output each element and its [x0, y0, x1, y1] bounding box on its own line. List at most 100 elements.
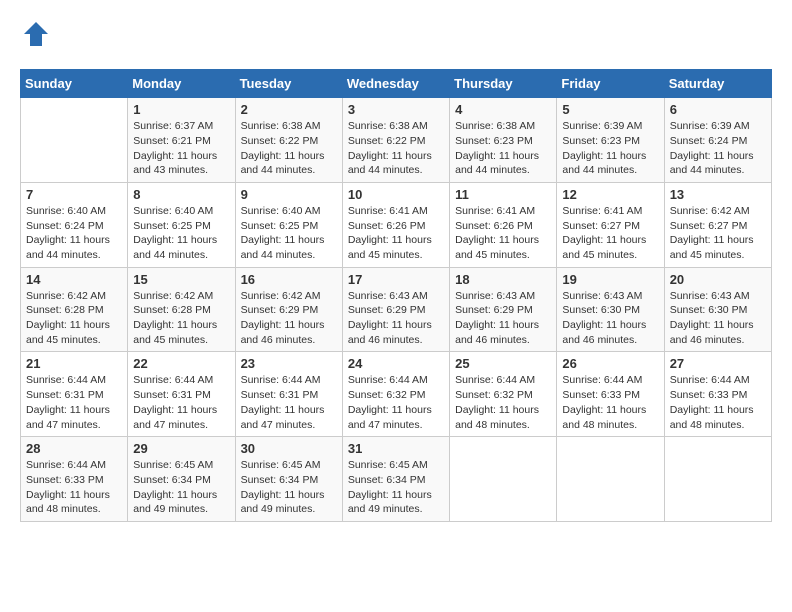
day-info: Sunrise: 6:42 AM Sunset: 6:28 PM Dayligh…	[133, 289, 229, 348]
day-number: 12	[562, 187, 658, 202]
weekday-header-monday: Monday	[128, 70, 235, 98]
day-info: Sunrise: 6:37 AM Sunset: 6:21 PM Dayligh…	[133, 119, 229, 178]
day-info: Sunrise: 6:40 AM Sunset: 6:25 PM Dayligh…	[133, 204, 229, 263]
calendar-cell: 19 Sunrise: 6:43 AM Sunset: 6:30 PM Dayli…	[557, 267, 664, 352]
calendar-cell: 4 Sunrise: 6:38 AM Sunset: 6:23 PM Daylig…	[450, 98, 557, 183]
day-number: 26	[562, 356, 658, 371]
day-number: 7	[26, 187, 122, 202]
calendar-cell: 21 Sunrise: 6:44 AM Sunset: 6:31 PM Dayli…	[21, 352, 128, 437]
day-info: Sunrise: 6:40 AM Sunset: 6:24 PM Dayligh…	[26, 204, 122, 263]
day-info: Sunrise: 6:38 AM Sunset: 6:23 PM Dayligh…	[455, 119, 551, 178]
calendar-table: SundayMondayTuesdayWednesdayThursdayFrid…	[20, 69, 772, 522]
day-number: 17	[348, 272, 444, 287]
calendar-cell: 16 Sunrise: 6:42 AM Sunset: 6:29 PM Dayli…	[235, 267, 342, 352]
calendar-cell: 10 Sunrise: 6:41 AM Sunset: 6:26 PM Dayli…	[342, 182, 449, 267]
day-info: Sunrise: 6:45 AM Sunset: 6:34 PM Dayligh…	[348, 458, 444, 517]
day-number: 18	[455, 272, 551, 287]
day-info: Sunrise: 6:43 AM Sunset: 6:30 PM Dayligh…	[562, 289, 658, 348]
calendar-cell: 7 Sunrise: 6:40 AM Sunset: 6:24 PM Daylig…	[21, 182, 128, 267]
day-number: 8	[133, 187, 229, 202]
calendar-cell: 12 Sunrise: 6:41 AM Sunset: 6:27 PM Dayli…	[557, 182, 664, 267]
day-info: Sunrise: 6:38 AM Sunset: 6:22 PM Dayligh…	[348, 119, 444, 178]
day-number: 10	[348, 187, 444, 202]
day-number: 13	[670, 187, 766, 202]
day-info: Sunrise: 6:42 AM Sunset: 6:28 PM Dayligh…	[26, 289, 122, 348]
weekday-header-tuesday: Tuesday	[235, 70, 342, 98]
day-number: 30	[241, 441, 337, 456]
day-number: 15	[133, 272, 229, 287]
day-info: Sunrise: 6:42 AM Sunset: 6:27 PM Dayligh…	[670, 204, 766, 263]
calendar-cell: 14Sunrise: 6:42 AM Sunset: 6:28 PM Dayli…	[21, 267, 128, 352]
day-info: Sunrise: 6:44 AM Sunset: 6:32 PM Dayligh…	[348, 373, 444, 432]
weekday-header-thursday: Thursday	[450, 70, 557, 98]
day-info: Sunrise: 6:43 AM Sunset: 6:30 PM Dayligh…	[670, 289, 766, 348]
day-info: Sunrise: 6:45 AM Sunset: 6:34 PM Dayligh…	[133, 458, 229, 517]
calendar-week-row: 21 Sunrise: 6:44 AM Sunset: 6:31 PM Dayli…	[21, 352, 772, 437]
calendar-cell: 30 Sunrise: 6:45 AM Sunset: 6:34 PM Dayli…	[235, 437, 342, 522]
calendar-cell: 29Sunrise: 6:45 AM Sunset: 6:34 PM Dayli…	[128, 437, 235, 522]
day-number: 3	[348, 102, 444, 117]
day-number: 2	[241, 102, 337, 117]
day-info: Sunrise: 6:44 AM Sunset: 6:31 PM Dayligh…	[241, 373, 337, 432]
day-number: 6	[670, 102, 766, 117]
day-info: Sunrise: 6:38 AM Sunset: 6:22 PM Dayligh…	[241, 119, 337, 178]
day-number: 27	[670, 356, 766, 371]
day-number: 1	[133, 102, 229, 117]
weekday-header-friday: Friday	[557, 70, 664, 98]
day-number: 22	[133, 356, 229, 371]
weekday-header-row: SundayMondayTuesdayWednesdayThursdayFrid…	[21, 70, 772, 98]
calendar-cell: 23Sunrise: 6:44 AM Sunset: 6:31 PM Dayli…	[235, 352, 342, 437]
logo-icon	[22, 20, 50, 48]
day-number: 31	[348, 441, 444, 456]
day-info: Sunrise: 6:41 AM Sunset: 6:27 PM Dayligh…	[562, 204, 658, 263]
day-info: Sunrise: 6:43 AM Sunset: 6:29 PM Dayligh…	[348, 289, 444, 348]
calendar-cell: 24 Sunrise: 6:44 AM Sunset: 6:32 PM Dayli…	[342, 352, 449, 437]
day-info: Sunrise: 6:45 AM Sunset: 6:34 PM Dayligh…	[241, 458, 337, 517]
day-info: Sunrise: 6:40 AM Sunset: 6:25 PM Dayligh…	[241, 204, 337, 263]
day-number: 11	[455, 187, 551, 202]
day-info: Sunrise: 6:43 AM Sunset: 6:29 PM Dayligh…	[455, 289, 551, 348]
day-info: Sunrise: 6:39 AM Sunset: 6:24 PM Dayligh…	[670, 119, 766, 178]
day-info: Sunrise: 6:44 AM Sunset: 6:31 PM Dayligh…	[26, 373, 122, 432]
calendar-cell: 3 Sunrise: 6:38 AM Sunset: 6:22 PM Daylig…	[342, 98, 449, 183]
calendar-cell	[557, 437, 664, 522]
calendar-cell: 9Sunrise: 6:40 AM Sunset: 6:25 PM Daylig…	[235, 182, 342, 267]
calendar-cell: 27 Sunrise: 6:44 AM Sunset: 6:33 PM Dayli…	[664, 352, 771, 437]
day-info: Sunrise: 6:44 AM Sunset: 6:33 PM Dayligh…	[670, 373, 766, 432]
day-number: 19	[562, 272, 658, 287]
calendar-cell	[21, 98, 128, 183]
day-info: Sunrise: 6:44 AM Sunset: 6:32 PM Dayligh…	[455, 373, 551, 432]
calendar-cell: 31 Sunrise: 6:45 AM Sunset: 6:34 PM Dayli…	[342, 437, 449, 522]
day-info: Sunrise: 6:44 AM Sunset: 6:33 PM Dayligh…	[26, 458, 122, 517]
day-info: Sunrise: 6:42 AM Sunset: 6:29 PM Dayligh…	[241, 289, 337, 348]
day-info: Sunrise: 6:39 AM Sunset: 6:23 PM Dayligh…	[562, 119, 658, 178]
calendar-cell: 25Sunrise: 6:44 AM Sunset: 6:32 PM Dayli…	[450, 352, 557, 437]
day-number: 24	[348, 356, 444, 371]
calendar-cell: 17 Sunrise: 6:43 AM Sunset: 6:29 PM Dayli…	[342, 267, 449, 352]
calendar-cell: 2 Sunrise: 6:38 AM Sunset: 6:22 PM Daylig…	[235, 98, 342, 183]
calendar-cell: 8 Sunrise: 6:40 AM Sunset: 6:25 PM Daylig…	[128, 182, 235, 267]
day-info: Sunrise: 6:41 AM Sunset: 6:26 PM Dayligh…	[455, 204, 551, 263]
page-header	[20, 20, 772, 53]
calendar-cell: 1 Sunrise: 6:37 AM Sunset: 6:21 PM Daylig…	[128, 98, 235, 183]
calendar-cell: 28 Sunrise: 6:44 AM Sunset: 6:33 PM Dayli…	[21, 437, 128, 522]
calendar-cell: 11 Sunrise: 6:41 AM Sunset: 6:26 PM Dayli…	[450, 182, 557, 267]
calendar-cell: 5Sunrise: 6:39 AM Sunset: 6:23 PM Daylig…	[557, 98, 664, 183]
calendar-week-row: 7 Sunrise: 6:40 AM Sunset: 6:24 PM Daylig…	[21, 182, 772, 267]
day-number: 20	[670, 272, 766, 287]
calendar-cell: 20 Sunrise: 6:43 AM Sunset: 6:30 PM Dayli…	[664, 267, 771, 352]
day-number: 28	[26, 441, 122, 456]
calendar-cell: 15 Sunrise: 6:42 AM Sunset: 6:28 PM Dayli…	[128, 267, 235, 352]
day-number: 21	[26, 356, 122, 371]
day-info: Sunrise: 6:44 AM Sunset: 6:31 PM Dayligh…	[133, 373, 229, 432]
day-number: 4	[455, 102, 551, 117]
calendar-cell: 22 Sunrise: 6:44 AM Sunset: 6:31 PM Dayli…	[128, 352, 235, 437]
calendar-week-row: 14Sunrise: 6:42 AM Sunset: 6:28 PM Dayli…	[21, 267, 772, 352]
calendar-week-row: 1 Sunrise: 6:37 AM Sunset: 6:21 PM Daylig…	[21, 98, 772, 183]
day-number: 16	[241, 272, 337, 287]
day-info: Sunrise: 6:41 AM Sunset: 6:26 PM Dayligh…	[348, 204, 444, 263]
calendar-cell	[664, 437, 771, 522]
weekday-header-sunday: Sunday	[21, 70, 128, 98]
calendar-cell: 13 Sunrise: 6:42 AM Sunset: 6:27 PM Dayli…	[664, 182, 771, 267]
calendar-cell	[450, 437, 557, 522]
